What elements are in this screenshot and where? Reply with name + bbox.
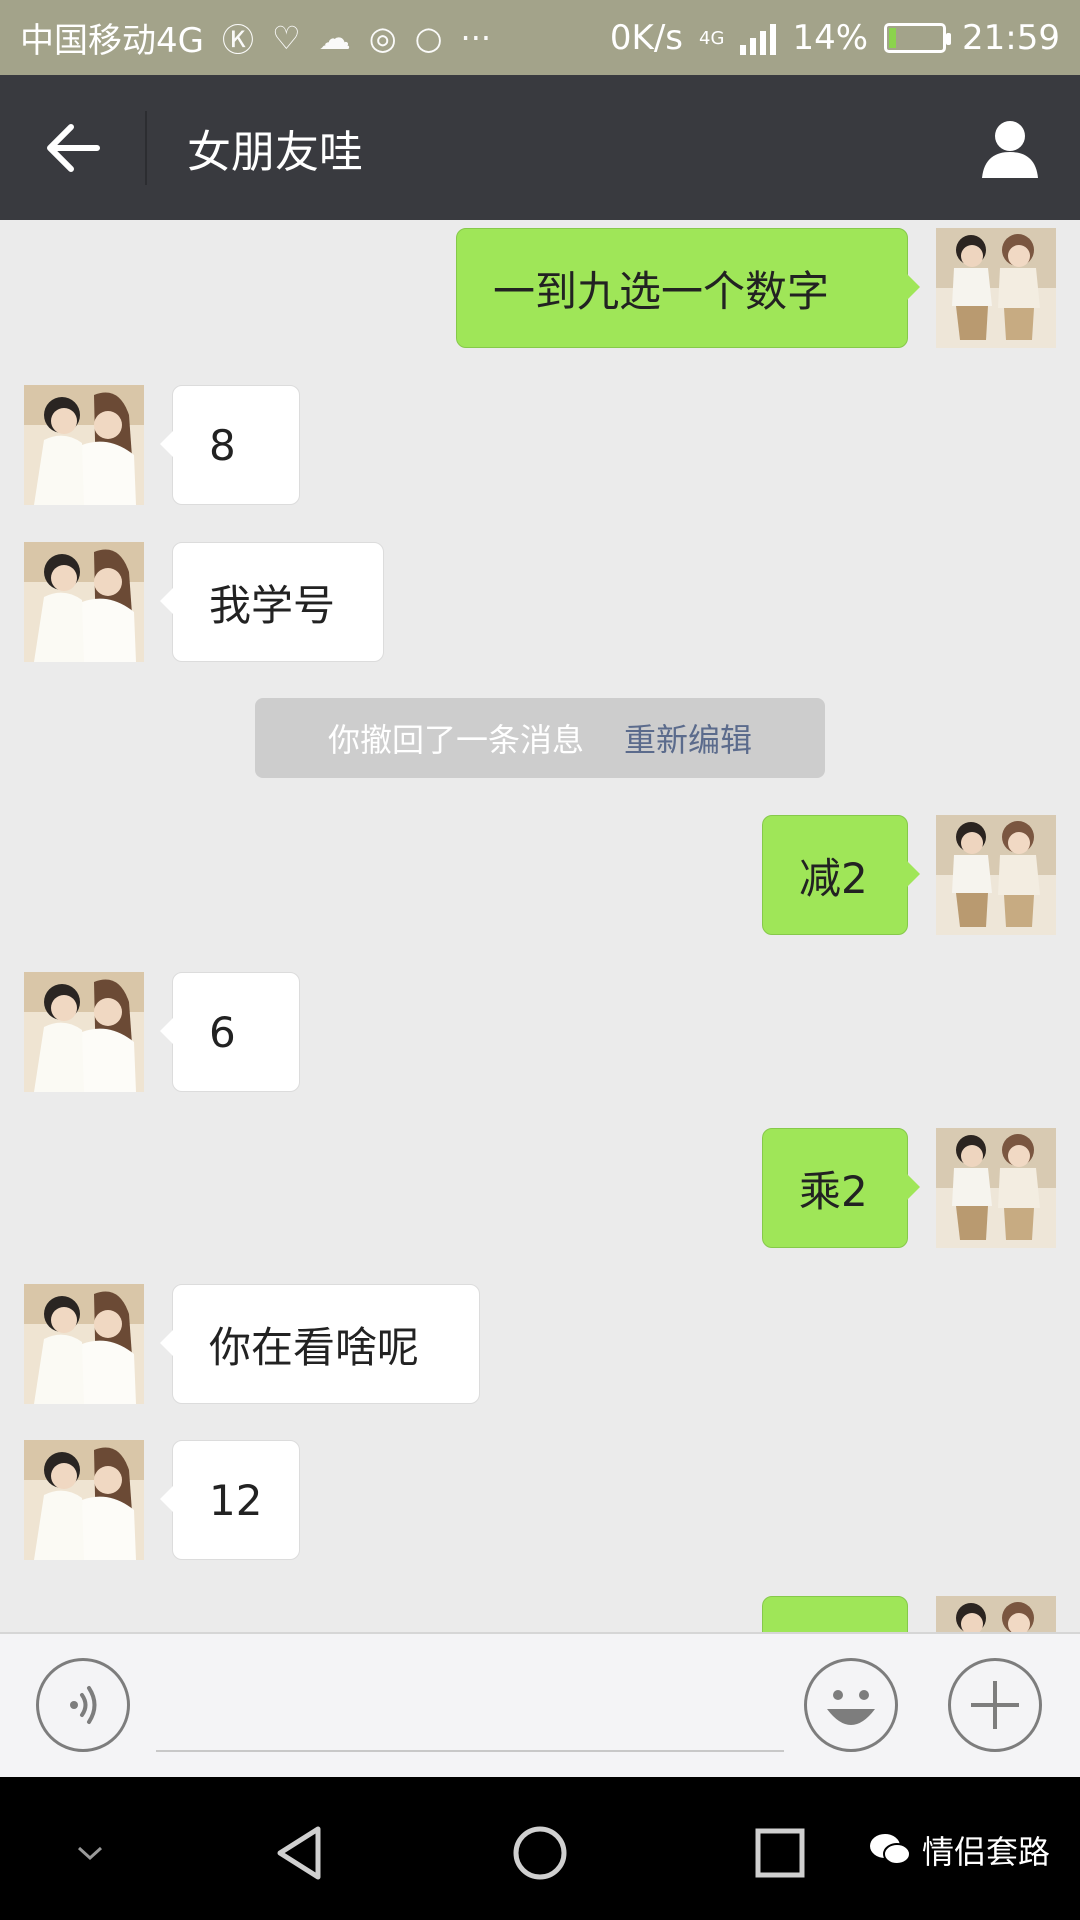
received-message-bubble[interactable]: 你在看啥呢 — [160, 1284, 480, 1404]
my-avatar[interactable] — [936, 1596, 1056, 1632]
emoji-button[interactable] — [804, 1658, 898, 1752]
received-message-bubble[interactable]: 我学号 — [160, 542, 384, 662]
person-icon — [982, 120, 1038, 178]
received-message-bubble[interactable]: 6 — [160, 972, 300, 1092]
my-avatar[interactable] — [936, 228, 1056, 348]
notification-icon: ◎ — [368, 18, 397, 57]
chevron-down-icon — [77, 1846, 103, 1861]
input-bar — [0, 1632, 1080, 1777]
system-nav-bar: 情侣套路 — [0, 1777, 1080, 1920]
more-icon: ··· — [460, 18, 492, 57]
back-button[interactable] — [0, 75, 145, 220]
nav-home-button[interactable] — [500, 1813, 580, 1893]
nav-back-button[interactable] — [260, 1813, 340, 1893]
my-avatar[interactable] — [936, 1128, 1056, 1248]
watermark-text: 情侣套路 — [921, 1833, 1050, 1871]
watermark: 情侣套路 — [868, 1827, 1050, 1873]
wechat-icon: ☁ — [318, 18, 351, 57]
received-message-bubble[interactable]: 8 — [160, 385, 300, 505]
header-divider — [145, 110, 147, 185]
chat-title: 女朋友哇 — [187, 126, 363, 178]
shield-icon: ♡ — [272, 18, 301, 57]
hide-keyboard-button[interactable] — [50, 1813, 130, 1893]
voice-button[interactable] — [36, 1658, 130, 1752]
sent-message-bubble[interactable]: 一到九选一个数字 — [456, 228, 920, 348]
recall-notice: 你撤回了一条消息 重新编辑 — [255, 698, 825, 778]
arrow-left-icon — [46, 123, 100, 172]
contact-avatar[interactable] — [24, 542, 144, 662]
smiley-icon — [827, 1690, 875, 1725]
contact-avatar[interactable] — [24, 1440, 144, 1560]
triangle-back-icon — [277, 1826, 321, 1880]
voice-icon — [70, 1686, 97, 1724]
battery-icon — [884, 22, 952, 53]
sent-message-bubble[interactable]: 减2 — [762, 815, 920, 935]
battery-percent: 14% — [792, 17, 869, 58]
chat-info-button[interactable] — [940, 75, 1080, 220]
wechat-logo-icon — [869, 1834, 911, 1865]
contact-avatar[interactable] — [24, 1284, 144, 1404]
contact-avatar[interactable] — [24, 972, 144, 1092]
contact-avatar[interactable] — [24, 385, 144, 505]
circle-home-icon — [513, 1826, 567, 1880]
sent-message-bubble[interactable]: 乘2 — [762, 1128, 920, 1248]
message-icon: ○ — [414, 18, 443, 57]
recall-notice-text: 你撤回了一条消息 — [327, 721, 584, 759]
signal-icon — [740, 21, 777, 55]
chat-header: 女朋友哇 — [0, 75, 1080, 220]
carrier-label: 中国移动4G — [20, 21, 204, 61]
received-message-bubble[interactable]: 12 — [160, 1440, 300, 1560]
my-avatar[interactable] — [936, 815, 1056, 935]
status-left: 中国移动4G Ⓚ ♡ ☁ ◎ ○ ··· — [20, 13, 491, 62]
more-actions-button[interactable] — [948, 1658, 1042, 1752]
network-speed: 0K/s — [609, 17, 684, 58]
k-icon: Ⓚ — [221, 20, 254, 59]
network-type: 4G — [699, 27, 725, 49]
message-list[interactable]: 一到九选一个数字 8 我学号你撤回了一条消息 重新编辑减2 6 乘2 你在看啥呢 12 — [0, 220, 1080, 1632]
nav-recents-button[interactable] — [740, 1813, 820, 1893]
sent-message-bubble[interactable] — [762, 1596, 908, 1632]
plus-icon — [971, 1681, 1019, 1729]
status-bar: 中国移动4G Ⓚ ♡ ☁ ◎ ○ ··· 0K/s 4G 14% 21:59 — [0, 0, 1080, 75]
clock: 21:59 — [962, 17, 1060, 58]
message-input[interactable] — [156, 1664, 784, 1752]
square-recents-icon — [755, 1828, 805, 1878]
status-right: 0K/s 4G 14% 21:59 — [610, 18, 1060, 58]
re-edit-link[interactable]: 重新编辑 — [624, 715, 752, 761]
